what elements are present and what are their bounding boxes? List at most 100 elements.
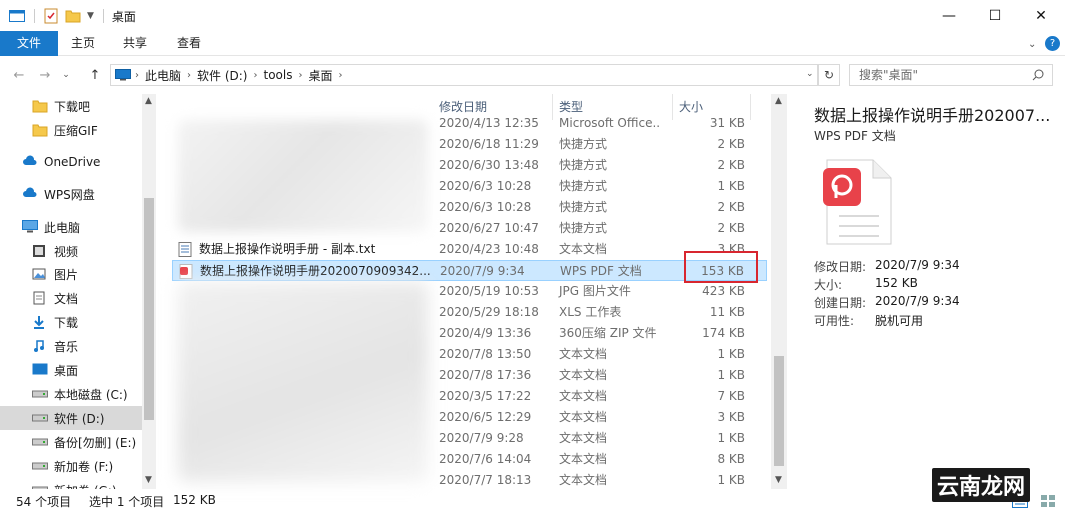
search-icon[interactable] [1032,69,1044,81]
sidebar-item[interactable]: 音乐 [0,334,142,358]
file-size: 423 KB [702,284,745,298]
file-date: 2020/7/9 9:28 [439,431,524,445]
breadcrumb-item[interactable]: tools [257,68,298,82]
tab-view[interactable]: 查看 [166,31,212,56]
blurred-filenames [178,282,428,482]
music-icon [32,339,48,353]
file-name: 数据上报操作说明手册2020070909342... [200,264,431,278]
tab-home[interactable]: 主页 [60,31,106,56]
address-dropdown-icon[interactable]: ⌄ [806,69,814,79]
preview-prop-value: 152 KB [875,276,918,290]
file-date: 2020/6/18 11:29 [439,137,539,151]
sidebar-item-label: 视频 [54,244,79,259]
file-type: 文本文档 [559,389,608,403]
file-date: 2020/4/9 13:36 [439,326,532,340]
file-date: 2020/6/5 12:29 [439,410,532,424]
file-size: 11 KB [709,305,745,319]
file-date: 2020/4/23 10:48 [439,242,539,256]
help-icon[interactable]: ? [1045,36,1060,51]
sidebar-scroll-thumb[interactable] [144,198,154,420]
pdf-file-icon [823,159,892,245]
file-type: 文本文档 [559,431,608,445]
file-size: 7 KB [717,389,745,403]
preview-subtitle: WPS PDF 文档 [814,129,896,143]
sidebar-item[interactable]: 新加卷 (G:) [0,478,142,489]
breadcrumb-item[interactable]: 桌面 [302,67,338,84]
sidebar-item-label: 文档 [54,291,79,306]
address-bar[interactable]: › 此电脑 › 软件 (D:) › tools › 桌面 › [110,64,818,86]
sidebar-item-label: OneDrive [44,155,101,169]
tab-share[interactable]: 共享 [112,31,158,56]
sidebar-item[interactable]: 软件 (D:) [0,406,142,430]
scroll-up-icon[interactable]: ▲ [145,96,152,106]
tab-file[interactable]: 文件 [0,31,58,56]
file-date: 2020/6/3 10:28 [439,200,532,214]
file-date: 2020/5/19 10:53 [439,284,539,298]
preview-prop-key: 大小: [814,278,843,292]
sidebar-item[interactable]: 此电脑 [0,215,142,239]
sidebar-item-label: 新加卷 (G:) [54,482,117,490]
forward-button[interactable]: → [36,66,54,84]
new-folder-icon[interactable] [65,9,81,23]
status-bar: 54 个项目 选中 1 个项目 152 KB [0,489,1065,513]
file-date: 2020/6/3 10:28 [439,179,532,193]
file-row[interactable]: 数据上报操作说明手册2020070909342... 2020/7/9 9:34 W… [172,260,767,281]
file-date: 2020/7/8 13:50 [439,347,532,361]
file-type: WPS PDF 文档 [560,264,642,278]
drive-icon [32,411,48,425]
preview-title: 数据上报操作说明手册202007... [814,106,1051,125]
selection-size: 152 KB [173,493,216,507]
computer-icon [115,69,131,81]
maximize-button[interactable]: ☐ [972,0,1018,31]
sidebar-item[interactable]: 视频 [0,239,142,263]
window-icon [9,10,25,22]
sidebar-item[interactable]: OneDrive [0,150,142,174]
file-size: 3 KB [717,410,745,424]
file-date: 2020/3/5 17:22 [439,389,532,403]
back-button[interactable]: ← [10,66,28,84]
up-button[interactable]: ↑ [86,66,104,84]
scroll-down-icon[interactable]: ▼ [145,475,152,485]
properties-icon[interactable] [43,8,59,24]
sidebar-item[interactable]: WPS网盘 [0,182,142,206]
recent-locations-button[interactable]: ⌄ [60,66,72,84]
file-type: 360压缩 ZIP 文件 [559,326,657,340]
file-date: 2020/6/30 13:48 [439,158,539,172]
blurred-filenames [178,120,428,232]
minimize-button[interactable]: — [926,0,972,31]
large-icons-view-icon[interactable] [1040,494,1056,508]
sidebar-item-label: 下载 [54,315,79,330]
breadcrumb-item[interactable]: 此电脑 [139,67,187,84]
sidebar-scrollbar[interactable]: ▲ ▼ [142,94,156,489]
sidebar-item[interactable]: 文档 [0,286,142,310]
sidebar-item[interactable]: 图片 [0,262,142,286]
ribbon-collapse-icon[interactable]: ⌄ [1028,39,1036,50]
drive-icon [32,435,48,449]
breadcrumb-item[interactable]: 软件 (D:) [191,67,253,84]
sidebar-item-label: 图片 [54,267,79,282]
sidebar-item-label: 压缩GIF [54,123,98,138]
sidebar-item[interactable]: 本地磁盘 (C:) [0,382,142,406]
file-list-scrollbar[interactable]: ▲ ▼ [771,94,787,489]
close-button[interactable]: ✕ [1018,0,1064,31]
search-input[interactable]: 搜索"桌面" [849,64,1053,86]
drive-icon [32,387,48,401]
refresh-button[interactable]: ↻ [818,64,840,86]
preview-prop-value: 2020/7/9 9:34 [875,258,960,272]
sidebar-item[interactable]: 新加卷 (F:) [0,454,142,478]
sidebar-item[interactable]: 压缩GIF [0,118,142,142]
sidebar-item[interactable]: 下载吧 [0,94,142,118]
file-row[interactable]: 数据上报操作说明手册 - 副本.txt 2020/4/23 10:48 文本文档 3 … [172,239,767,260]
scroll-down-icon[interactable]: ▼ [775,475,782,485]
file-size: 2 KB [717,158,745,172]
scroll-up-icon[interactable]: ▲ [775,96,782,106]
file-list-scroll-thumb[interactable] [774,356,784,466]
document-icon [32,291,48,305]
file-name: 数据上报操作说明手册 - 副本.txt [199,242,376,256]
sidebar-item[interactable]: 桌面 [0,358,142,382]
file-type: 文本文档 [559,368,608,382]
customize-toolbar-icon[interactable]: ▼ [87,11,94,21]
sidebar-item[interactable]: 备份[勿删] (E:) [0,430,142,454]
file-type: Microsoft Office... [559,116,659,130]
sidebar-item[interactable]: 下载 [0,310,142,334]
